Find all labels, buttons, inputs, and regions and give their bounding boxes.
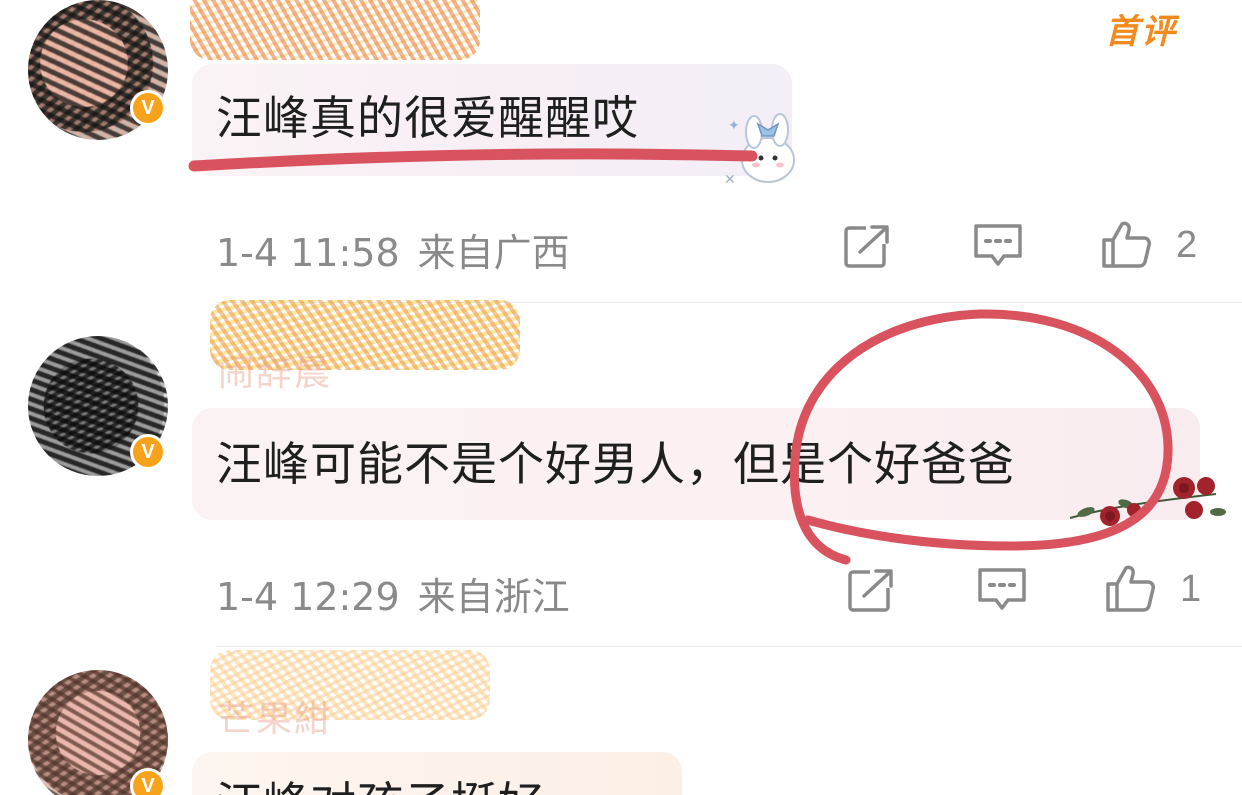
first-comment-badge: 首评: [1105, 12, 1177, 52]
redacted-username: [190, 0, 480, 60]
share-icon[interactable]: [842, 220, 894, 272]
comment-meta: 1-4 12:29 来自浙江: [216, 566, 570, 621]
share-icon[interactable]: [846, 564, 898, 616]
username[interactable]: 芒果紺: [218, 690, 332, 742]
roses-decoration-icon: [1069, 477, 1226, 526]
comment-date: 1-4 12:29: [216, 575, 400, 619]
like-count: 2: [1176, 224, 1198, 266]
thumbs-up-icon[interactable]: [1100, 218, 1152, 270]
verified-v-icon: V: [130, 90, 166, 126]
comment-list: V 首评 汪峰真的很爱醒醒哎 ✦ ✕ 1-4 11:58 来自广西 2 闹辞晨 V: [0, 0, 1242, 795]
reply-icon[interactable]: [972, 220, 1024, 272]
comment-date: 1-4 11:58: [216, 231, 400, 275]
divider: [216, 646, 1242, 647]
comment-location: 来自广西: [417, 231, 570, 275]
comment-location: 来自浙江: [417, 575, 570, 619]
comment-text: 汪峰对孩子挺好: [216, 768, 545, 795]
svg-text:✕: ✕: [724, 172, 736, 188]
reply-icon[interactable]: [976, 564, 1028, 616]
bunny-sticker-icon: ✦ ✕: [724, 113, 795, 188]
thumbs-up-icon[interactable]: [1104, 562, 1156, 614]
like-count: 1: [1180, 568, 1202, 610]
comment-text: 汪峰可能不是个好男人，但是个好爸爸: [216, 437, 1015, 491]
comment-meta: 1-4 11:58 来自广西: [216, 222, 570, 277]
svg-text:✦: ✦: [728, 118, 740, 134]
comment-text: 汪峰真的很爱醒醒哎: [216, 91, 639, 145]
verified-v-icon: V: [130, 434, 166, 470]
username[interactable]: 闹辞晨: [218, 344, 332, 396]
